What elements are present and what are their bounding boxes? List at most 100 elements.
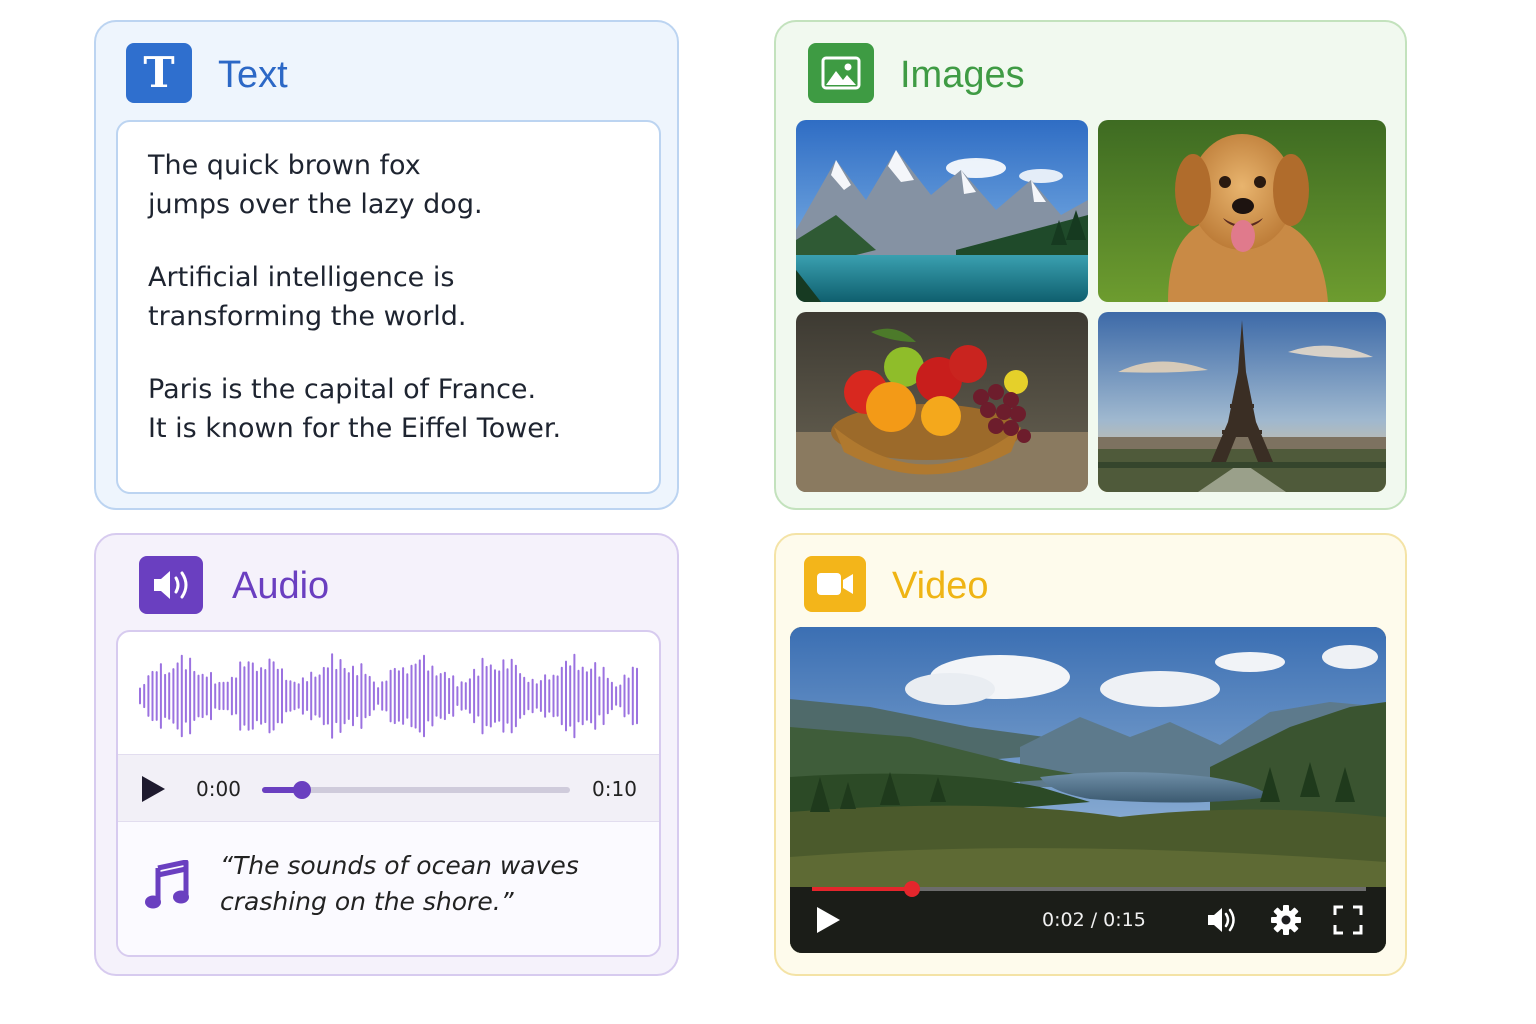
waveform-bar — [314, 676, 317, 716]
waveform-bar — [410, 664, 413, 728]
mountain-lake-image[interactable] — [796, 120, 1088, 302]
images-card: Images — [774, 20, 1407, 510]
waveform-bar — [155, 671, 158, 721]
waveform-bar — [260, 667, 263, 725]
waveform-bar — [485, 665, 488, 727]
waveform-bar — [544, 674, 547, 718]
video-seek-fill — [812, 887, 912, 891]
waveform-bar — [560, 666, 563, 726]
eiffel-tower-image[interactable] — [1098, 312, 1386, 492]
waveform-bar — [372, 681, 375, 711]
fullscreen-icon[interactable] — [1331, 903, 1365, 937]
waveform-bar — [452, 675, 455, 717]
waveform-bar — [381, 681, 384, 711]
waveform-bar — [218, 681, 221, 711]
settings-gear-icon[interactable] — [1269, 903, 1303, 937]
audio-seek-slider[interactable] — [262, 781, 570, 799]
waveform-bar — [335, 668, 338, 724]
waveform-bar — [331, 653, 334, 739]
waveform-bar — [230, 676, 233, 716]
waveform-bar — [143, 683, 146, 709]
waveform-bar — [172, 668, 175, 724]
waveform-bar — [352, 665, 354, 727]
waveform-bar — [535, 683, 538, 709]
waveform-bar — [590, 668, 593, 724]
waveform-bar — [243, 666, 246, 726]
waveform-bar — [285, 679, 288, 713]
video-play-icon[interactable] — [814, 905, 842, 935]
audio-waveform[interactable] — [136, 646, 641, 746]
video-seek-bar[interactable] — [812, 881, 1366, 897]
waveform-bar — [318, 674, 321, 718]
waveform-bar — [439, 673, 442, 719]
audio-controls: 0:00 0:10 — [118, 754, 659, 822]
waveform-bar — [402, 667, 405, 725]
waveform-bar — [615, 686, 618, 706]
waveform-bar — [610, 681, 613, 711]
image-icon — [808, 43, 874, 103]
waveform-bar — [456, 686, 459, 706]
waveform-bar — [619, 684, 622, 708]
text-card: T Text The quick brown fox jumps over th… — [94, 20, 679, 510]
video-time-display: 0:02 / 0:15 — [1042, 909, 1146, 931]
waveform-bar — [159, 663, 162, 729]
audio-player: 0:00 0:10 “The sounds of ocean waves cra… — [116, 630, 661, 957]
waveform-bar — [539, 680, 542, 712]
waveform-bar — [594, 662, 597, 730]
waveform-bar — [343, 667, 346, 725]
waveform-bar — [289, 680, 292, 712]
waveform-bar — [406, 673, 409, 719]
video-player[interactable]: 0:02 / 0:15 — [790, 627, 1386, 953]
waveform-bar — [268, 658, 271, 734]
golden-retriever-image[interactable] — [1098, 120, 1386, 302]
waveform-bar — [255, 670, 258, 722]
volume-icon[interactable] — [1204, 903, 1238, 937]
waveform-bar — [631, 666, 634, 726]
waveform-bar — [239, 661, 242, 731]
waveform-bar — [494, 669, 496, 723]
waveform-bar — [397, 670, 400, 722]
waveform-bar — [423, 654, 425, 738]
audio-card-title: Audio — [232, 565, 330, 607]
text-paragraph: Paris is the capital of France. It is kn… — [148, 374, 562, 444]
waveform-bar — [602, 666, 605, 726]
video-seek-handle[interactable] — [903, 881, 920, 897]
play-icon[interactable] — [140, 775, 166, 803]
waveform-bar — [477, 675, 480, 717]
audio-seek-handle[interactable] — [293, 781, 312, 799]
waveform-bar — [281, 668, 283, 724]
waveform-bar — [569, 665, 572, 727]
waveform-bar — [414, 663, 417, 729]
waveform-bar — [556, 675, 559, 717]
audio-total-time: 0:10 — [592, 777, 637, 801]
waveform-bar — [272, 661, 275, 731]
waveform-bar — [151, 670, 154, 722]
video-camera-icon — [804, 556, 866, 612]
waveform-bar — [565, 660, 567, 732]
waveform-bar — [360, 663, 363, 729]
waveform-bar — [489, 664, 492, 728]
waveform-bar — [214, 683, 217, 709]
waveform-bar — [506, 668, 509, 724]
waveform-bar — [356, 675, 359, 718]
audio-caption: “The sounds of ocean waves crashing on t… — [220, 851, 579, 916]
waveform-bar — [427, 670, 430, 722]
waveform-bar — [623, 674, 626, 718]
waveform-bar — [385, 680, 388, 712]
waveform-bar — [193, 670, 196, 721]
waveform-bar — [310, 671, 313, 721]
waveform-bar — [180, 654, 183, 738]
waveform-bar — [189, 657, 192, 735]
fruit-basket-image[interactable] — [796, 312, 1088, 492]
waveform-bar — [548, 679, 551, 713]
waveform-bar — [164, 673, 167, 718]
waveform-bar — [389, 669, 392, 723]
waveform-bar — [531, 678, 534, 714]
images-card-title: Images — [900, 54, 1025, 96]
waveform-bar — [443, 671, 446, 721]
speaker-icon — [139, 556, 203, 614]
waveform-bar — [264, 669, 267, 724]
waveform-bar — [627, 677, 630, 715]
waveform-bar — [585, 671, 588, 721]
audio-current-time: 0:00 — [196, 777, 241, 801]
